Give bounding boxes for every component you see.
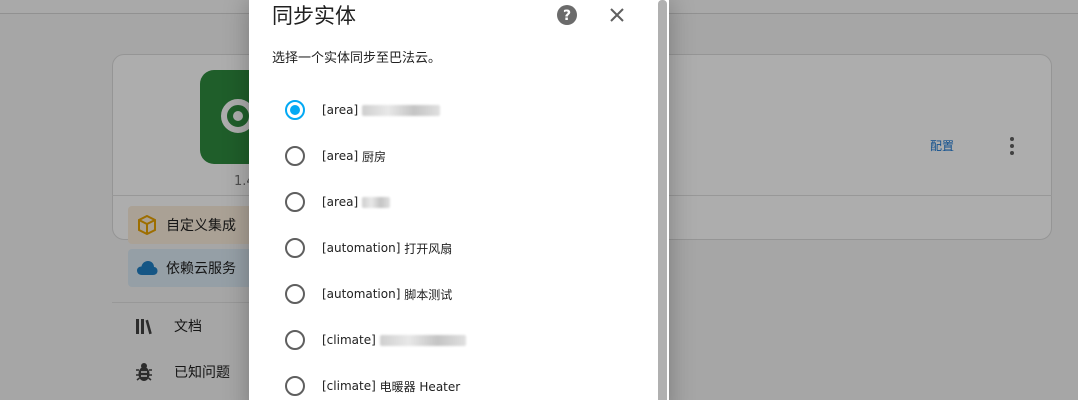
redacted-entity-name bbox=[362, 196, 391, 208]
radio-button[interactable] bbox=[285, 146, 305, 166]
radio-button-checked[interactable] bbox=[285, 100, 305, 120]
entity-option[interactable]: [climate] 电暖器 Heater bbox=[285, 376, 460, 396]
entity-option[interactable]: [area] 厨房 bbox=[285, 146, 386, 166]
radio-button[interactable] bbox=[285, 238, 305, 258]
entity-option-label: [climate] 电暖器 Heater bbox=[322, 378, 460, 395]
entity-option[interactable]: [area] bbox=[285, 192, 391, 212]
entity-name: 脚本测试 bbox=[404, 287, 453, 302]
entity-name: 打开风扇 bbox=[404, 241, 453, 256]
radio-button[interactable] bbox=[285, 376, 305, 396]
radio-button[interactable] bbox=[285, 284, 305, 304]
entity-name: 电暖器 Heater bbox=[379, 379, 461, 394]
entity-option-label: [area] 厨房 bbox=[322, 148, 386, 165]
radio-button[interactable] bbox=[285, 330, 305, 350]
entity-prefix: [climate] bbox=[322, 333, 376, 347]
entity-name: 厨房 bbox=[361, 149, 386, 164]
redacted-entity-name bbox=[362, 104, 441, 116]
close-icon[interactable] bbox=[607, 5, 627, 25]
svg-text:?: ? bbox=[563, 8, 571, 24]
entity-option[interactable]: [climate] bbox=[285, 330, 466, 350]
entity-option-label: [climate] bbox=[322, 333, 466, 347]
entity-option[interactable]: [automation] 脚本测试 bbox=[285, 284, 452, 304]
dialog-scrollbar[interactable] bbox=[658, 0, 667, 400]
entity-option-label: [area] bbox=[322, 103, 441, 117]
entity-prefix: [automation] bbox=[322, 287, 401, 301]
radio-button[interactable] bbox=[285, 192, 305, 212]
entity-prefix: [area] bbox=[322, 195, 359, 209]
redacted-entity-name bbox=[379, 334, 466, 346]
entity-prefix: [area] bbox=[322, 103, 359, 117]
help-circle-icon[interactable]: ? bbox=[556, 4, 578, 26]
entity-option[interactable]: [area] bbox=[285, 100, 441, 120]
dialog-description: 选择一个实体同步至巴法云。 bbox=[272, 51, 442, 66]
dialog-title: 同步实体 bbox=[272, 4, 356, 28]
entity-option-label: [area] bbox=[322, 195, 391, 209]
entity-option-label: [automation] 打开风扇 bbox=[322, 240, 452, 257]
entity-prefix: [area] bbox=[322, 149, 359, 163]
entity-option[interactable]: [automation] 打开风扇 bbox=[285, 238, 452, 258]
entity-option-label: [automation] 脚本测试 bbox=[322, 286, 452, 303]
entity-prefix: [automation] bbox=[322, 241, 401, 255]
entity-prefix: [climate] bbox=[322, 379, 376, 393]
sync-entity-dialog: 同步实体 ? 选择一个实体同步至巴法云。 [area] [area] 厨房 [a… bbox=[249, 0, 669, 400]
